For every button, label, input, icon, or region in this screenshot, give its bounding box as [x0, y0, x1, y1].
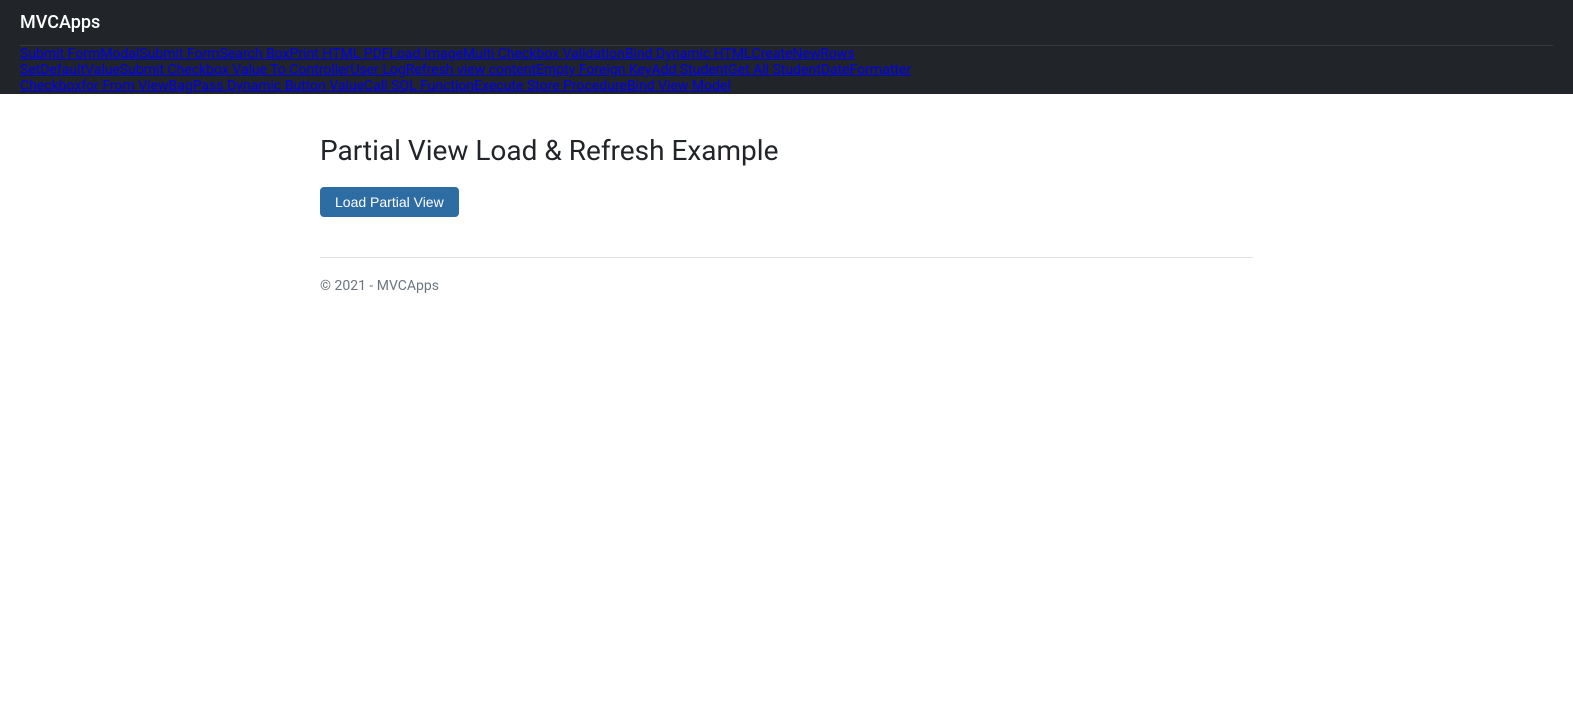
navbar: MVCApps Submit FormModalSubmit FormSearc…	[0, 0, 1573, 94]
divider	[320, 257, 1253, 258]
nav-submit-form-2[interactable]: Submit Form	[139, 46, 219, 62]
nav-user-log[interactable]: User Log	[350, 62, 405, 78]
nav-create-new-rows[interactable]: CreateNewRows	[752, 46, 855, 62]
nav-call-sql-function[interactable]: Call SQL Function	[364, 78, 474, 94]
nav-bind-dynamic-html[interactable]: Bind Dynamic HTML	[625, 46, 752, 62]
nav-search-box[interactable]: Search Box	[220, 46, 290, 62]
nav-load-image[interactable]: Load Image	[390, 46, 464, 62]
nav-modal[interactable]: Modal	[100, 46, 139, 62]
page-title: Partial View Load & Refresh Example	[320, 134, 1253, 167]
nav-checkboxfor-viewbag[interactable]: Checkboxfor From ViewBag	[20, 78, 193, 94]
nav-pass-dynamic-button[interactable]: Pass Dynamic Button Value	[193, 78, 364, 94]
nav-bind-view-model[interactable]: Bind View Model	[627, 78, 731, 94]
main-content: Partial View Load & Refresh Example Load…	[0, 94, 1573, 334]
nav-print-html-pdf[interactable]: Print HTML PDF	[290, 46, 390, 62]
nav-date-formatter[interactable]: DateFormatter	[821, 62, 911, 78]
nav-empty-foreign-key[interactable]: Empty Foreign Key	[536, 62, 651, 78]
brand-logo[interactable]: MVCApps	[20, 0, 100, 45]
nav-submit-form-1[interactable]: Submit Form	[20, 46, 100, 62]
nav-set-default-value[interactable]: SetDefaultValue	[20, 62, 120, 78]
nav-submit-checkbox[interactable]: Submit Checkbox Value To Controller	[120, 62, 351, 78]
nav-add-student[interactable]: Add Student	[651, 62, 728, 78]
nav-multi-checkbox[interactable]: Multi Checkbox Validation	[463, 46, 625, 62]
nav-refresh-view[interactable]: Refresh view content	[406, 62, 536, 78]
nav-get-all-student[interactable]: Get All Student	[728, 62, 821, 78]
nav-row-2: SetDefaultValueSubmit Checkbox Value To …	[20, 62, 1553, 78]
nav-row-3: Checkboxfor From ViewBagPass Dynamic But…	[20, 78, 1553, 94]
load-partial-view-button[interactable]: Load Partial View	[320, 187, 459, 217]
nav-execute-store-procedure[interactable]: Execute Store Procedure	[474, 78, 627, 94]
footer-text: © 2021 - MVCApps	[320, 278, 1253, 294]
nav-row-1: Submit FormModalSubmit FormSearch BoxPri…	[20, 46, 1553, 62]
